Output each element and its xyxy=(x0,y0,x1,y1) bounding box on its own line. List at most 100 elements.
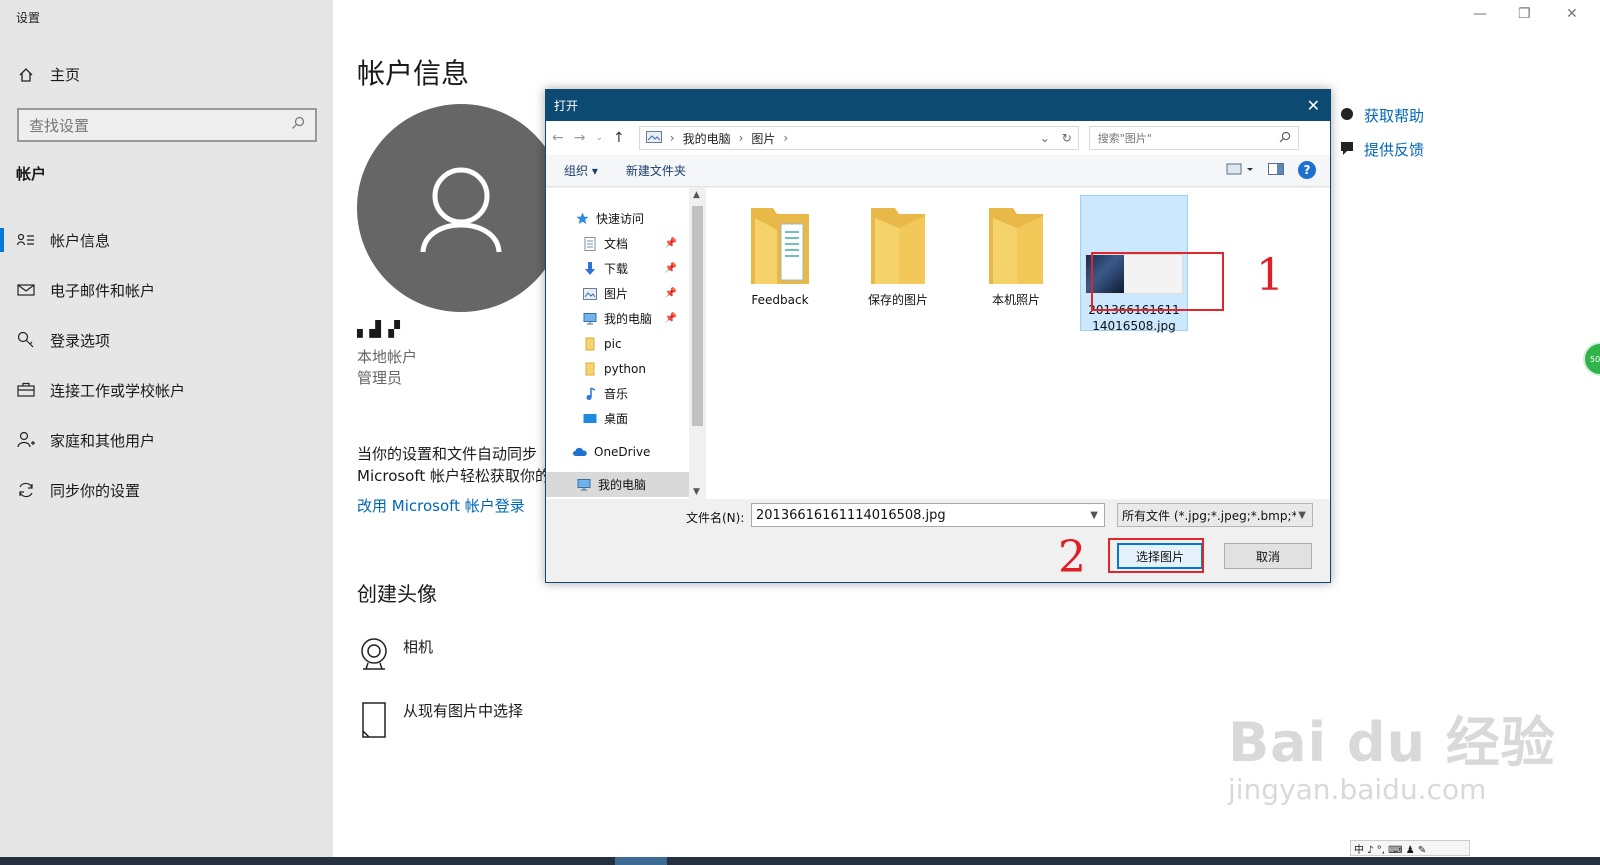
file-item-feedback[interactable]: Feedback xyxy=(726,196,834,332)
tree-item-python[interactable]: python xyxy=(546,356,689,381)
page-title: 帐户信息 xyxy=(357,57,470,90)
settings-search-input[interactable]: 查找设置 xyxy=(17,108,317,142)
browse-option[interactable]: 从现有图片中选择 xyxy=(357,700,523,744)
sidebar-item-sync-settings[interactable]: 同步你的设置 xyxy=(0,465,333,515)
view-options-icon[interactable] xyxy=(1226,163,1254,178)
scroll-up-icon[interactable]: ▲ xyxy=(693,190,700,200)
chevron-down-icon[interactable]: ▼ xyxy=(1296,509,1306,521)
avatar xyxy=(357,104,565,312)
create-avatar-heading: 创建头像 xyxy=(357,582,437,606)
sidebar-item-sign-in-options[interactable]: 登录选项 xyxy=(0,315,333,365)
pin-icon[interactable]: 📌 xyxy=(665,238,677,249)
filename-label: 文件名(N): xyxy=(686,511,745,525)
scroll-down-icon[interactable]: ▼ xyxy=(693,487,700,497)
feedback-label: 提供反馈 xyxy=(1364,141,1425,159)
folder-icon xyxy=(582,337,598,351)
filename-input[interactable]: 20136616161114016508.jpg ▼ xyxy=(751,503,1105,527)
scrollbar-thumb[interactable] xyxy=(692,206,703,426)
sidebar-item-work-school[interactable]: 连接工作或学校帐户 xyxy=(0,365,333,415)
breadcrumb-item[interactable]: 我的电脑 xyxy=(683,130,731,147)
file-name: 本机照片 xyxy=(991,293,1040,307)
sidebar-item-email-accounts[interactable]: 电子邮件和帐户 xyxy=(0,265,333,315)
dialog-close-button[interactable]: ✕ xyxy=(1307,96,1320,115)
back-arrow-icon[interactable]: ← xyxy=(552,130,564,146)
camera-option[interactable]: 相机 xyxy=(357,636,433,676)
section-title: 帐户 xyxy=(16,165,47,183)
dialog-toolbar: 组织 ▾ 新建文件夹 ? xyxy=(546,155,1330,187)
tree-item-label: 快速访问 xyxy=(596,212,645,226)
tree-item-pictures[interactable]: 图片 📌 xyxy=(546,281,689,306)
tree-item-pic[interactable]: pic xyxy=(546,331,689,356)
taskbar xyxy=(0,857,1600,865)
document-icon xyxy=(582,236,598,251)
maximize-button[interactable]: ❐ xyxy=(1518,6,1531,22)
organize-button[interactable]: 组织 ▾ xyxy=(564,162,598,179)
cancel-button[interactable]: 取消 xyxy=(1224,543,1312,569)
file-name: Feedback xyxy=(751,293,809,307)
filetype-select[interactable]: 所有文件 (*.jpg;*.jpeg;*.bmp;* ▼ xyxy=(1117,503,1313,527)
sidebar-item-label: 连接工作或学校帐户 xyxy=(50,381,186,400)
tree-item-my-computer-pinned[interactable]: 我的电脑 📌 xyxy=(546,306,689,331)
mail-icon xyxy=(16,280,36,300)
tree-item-label: 我的电脑 xyxy=(604,312,653,326)
dialog-search-input[interactable]: 搜索"图片" xyxy=(1088,126,1299,150)
close-button[interactable]: ✕ xyxy=(1566,6,1578,22)
chevron-down-icon[interactable]: ▼ xyxy=(1090,510,1098,521)
pin-icon[interactable]: 📌 xyxy=(665,288,677,299)
filename-value: 20136616161114016508.jpg xyxy=(756,507,946,523)
address-bar[interactable]: › 我的电脑 › 图片 › ⌄ ↻ xyxy=(638,126,1079,150)
taskbar-active-item[interactable] xyxy=(615,857,667,865)
ms-account-login-link[interactable]: 改用 Microsoft 帐户登录 xyxy=(357,495,525,516)
help-icon[interactable]: ? xyxy=(1298,161,1316,179)
sidebar-item-family-users[interactable]: 家庭和其他用户 xyxy=(0,415,333,465)
recent-dropdown-icon[interactable]: ⌄ xyxy=(595,133,603,143)
pin-icon[interactable]: 📌 xyxy=(665,313,677,324)
tree-item-downloads[interactable]: 下载 📌 xyxy=(546,256,689,281)
tree-item-quick-access[interactable]: 快速访问 xyxy=(546,206,689,231)
new-folder-button[interactable]: 新建文件夹 xyxy=(626,162,686,179)
file-item-saved-pictures[interactable]: 保存的图片 xyxy=(844,196,952,332)
tree-item-music[interactable]: 音乐 xyxy=(546,381,689,406)
chevron-down-icon[interactable]: ⌄ xyxy=(1040,131,1050,145)
tree-item-onedrive[interactable]: OneDrive xyxy=(546,439,689,464)
key-icon xyxy=(16,330,36,350)
tree-item-desktop[interactable]: 桌面 xyxy=(546,406,689,431)
music-icon xyxy=(582,386,598,401)
preview-pane-icon[interactable] xyxy=(1268,162,1284,178)
sync-description: 当你的设置和文件自动同步 Microsoft 帐户轻松获取你的 xyxy=(357,443,557,487)
tree-item-label: 我的电脑 xyxy=(598,478,647,492)
get-help-link[interactable]: 获取帮助 xyxy=(1340,105,1424,126)
feedback-icon xyxy=(1340,141,1354,159)
sidebar-item-label: 帐户信息 xyxy=(50,231,111,250)
pin-icon[interactable]: 📌 xyxy=(665,263,677,274)
browse-file-icon xyxy=(357,700,391,744)
feedback-link[interactable]: 提供反馈 xyxy=(1340,139,1424,160)
ime-toolbar[interactable]: 中 ♪ °, ⌨ ♟ ✎ xyxy=(1350,840,1470,856)
ime-status: 中 ♪ °, ⌨ ♟ ✎ xyxy=(1354,844,1427,856)
file-item-camera-roll[interactable]: 本机照片 xyxy=(962,196,1070,332)
tree-item-label: 下载 xyxy=(604,262,629,276)
home-nav-item[interactable]: 主页 xyxy=(16,64,80,85)
dialog-title: 打开 xyxy=(554,99,579,113)
toolbar-right: ? xyxy=(1226,161,1316,179)
forward-arrow-icon[interactable]: → xyxy=(574,130,586,146)
tree-item-my-computer[interactable]: 我的电脑 xyxy=(546,472,689,497)
refresh-icon[interactable]: ↻ xyxy=(1062,131,1072,145)
settings-sidebar: 设置 主页 查找设置 帐户 帐户信息 电子邮件和帐户 登录选项 连接工作或学校帐… xyxy=(0,0,333,857)
breadcrumb-item[interactable]: 图片 xyxy=(751,130,775,147)
computer-icon xyxy=(576,478,592,492)
breadcrumb-separator-icon: › xyxy=(783,131,789,145)
folder-icon xyxy=(989,208,1043,284)
sidebar-item-account-info[interactable]: 帐户信息 xyxy=(0,215,333,265)
up-arrow-icon[interactable]: ↑ xyxy=(613,130,625,146)
star-icon xyxy=(574,212,590,226)
tree-item-label: 图片 xyxy=(604,287,629,301)
navigation-scrollbar[interactable]: ▲ ▼ xyxy=(689,188,706,499)
computer-icon xyxy=(582,312,598,326)
tree-item-label: python xyxy=(604,361,646,376)
minimize-button[interactable]: — xyxy=(1473,6,1487,22)
tree-item-documents[interactable]: 文档 📌 xyxy=(546,231,689,256)
home-label: 主页 xyxy=(50,66,81,84)
sync-icon xyxy=(16,480,36,500)
breadcrumb-separator-icon: › xyxy=(738,131,744,145)
